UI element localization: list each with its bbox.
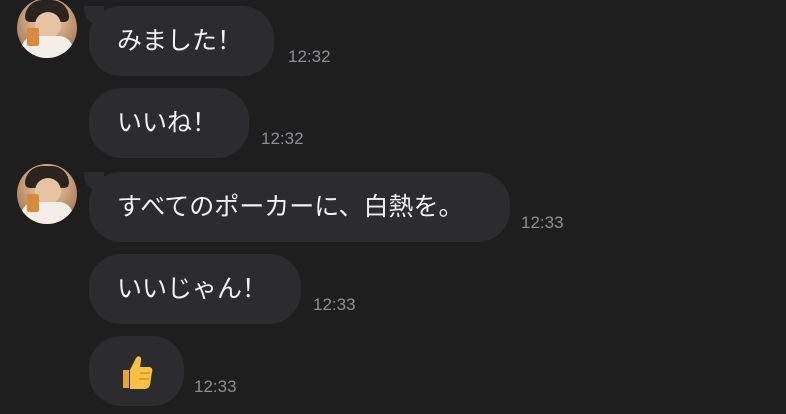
- message-bubble[interactable]: [89, 336, 184, 406]
- message-text: いいね！: [117, 108, 218, 137]
- message-text: みました！: [117, 26, 243, 55]
- chat-thread: みました！ 12:32 いいね！ 12:32 すべてのポーカーに、白熱を。 12…: [0, 0, 786, 414]
- sender-avatar[interactable]: [17, 0, 77, 58]
- message-text: いいじゃん！: [117, 274, 268, 303]
- message-timestamp: 12:33: [521, 213, 564, 232]
- message-text: すべてのポーカーに、白熱を。: [117, 192, 464, 221]
- message-timestamp: 12:33: [194, 377, 237, 396]
- message-timestamp: 12:32: [261, 129, 304, 148]
- message-bubble[interactable]: いいね！: [89, 88, 249, 158]
- thumbs-up-icon: [123, 356, 153, 389]
- sender-avatar[interactable]: [17, 164, 77, 224]
- message-bubble[interactable]: みました！: [84, 6, 274, 76]
- message-bubble[interactable]: すべてのポーカーに、白熱を。: [84, 172, 510, 242]
- message-timestamp: 12:32: [288, 47, 331, 66]
- message-timestamp: 12:33: [313, 295, 356, 314]
- message-bubble[interactable]: いいじゃん！: [89, 254, 301, 324]
